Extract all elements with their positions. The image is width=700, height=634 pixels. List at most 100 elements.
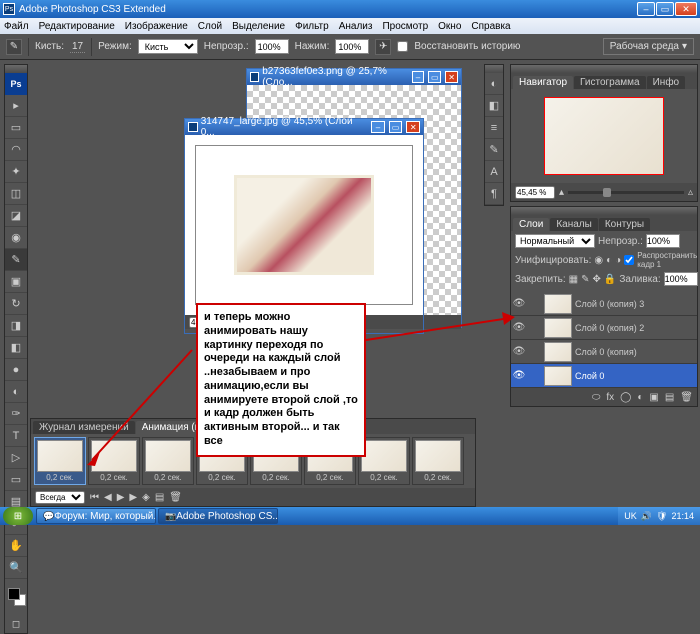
tray-icon[interactable]: 🛡 (656, 511, 667, 522)
taskbar-item-active[interactable]: 📷 Adobe Photoshop CS... (158, 508, 278, 524)
lock-pos-icon[interactable]: ✥ (593, 274, 601, 285)
stamp-tool[interactable]: ▣ (5, 271, 27, 293)
menu-filter[interactable]: Фильтр (295, 21, 329, 32)
propagate-checkbox[interactable] (624, 255, 634, 265)
tray-lang[interactable]: UK (624, 511, 637, 521)
maximize-button[interactable]: ▭ (656, 2, 674, 16)
taskbar-item[interactable]: 💬 Форум: Мир, который... (36, 508, 156, 524)
nav-zoom-input[interactable] (515, 186, 555, 199)
layer-row[interactable]: 👁Слой 0 (копия) 2 (511, 316, 697, 340)
tab-histogram[interactable]: Гистограмма (574, 76, 646, 89)
panel-icon-1[interactable]: ◐ (485, 73, 503, 95)
delete-frame-button[interactable]: 🗑 (169, 492, 182, 503)
layer-row-selected[interactable]: 👁Слой 0 (511, 364, 697, 388)
layer-row[interactable]: 👁Слой 0 (копия) (511, 340, 697, 364)
fx-icon[interactable]: fx (606, 392, 614, 403)
doc-window-front[interactable]: 314747_large.jpg @ 45,5% (Слой 0...–▭✕ ⊳ (184, 118, 424, 334)
zoom-in-icon[interactable]: ▵ (688, 187, 693, 198)
doc-min-button[interactable]: – (371, 121, 385, 133)
menu-edit[interactable]: Редактирование (39, 21, 115, 32)
dodge-tool[interactable]: ◐ (5, 381, 27, 403)
frame-1[interactable]: 0,2 сек. (34, 437, 86, 485)
play-button[interactable]: ▶ (117, 492, 125, 503)
frame-8[interactable]: 0,2 сек. (412, 437, 464, 485)
group-icon[interactable]: ▣ (649, 392, 658, 403)
zoom-slider[interactable] (568, 191, 684, 194)
tab-layers[interactable]: Слои (513, 218, 549, 231)
blend-mode-select[interactable]: Нормальный (515, 234, 595, 248)
menu-window[interactable]: Окно (438, 21, 461, 32)
frame-3[interactable]: 0,2 сек. (142, 437, 194, 485)
new-frame-button[interactable]: ▤ (155, 492, 164, 503)
panel-icon-4[interactable]: ✎ (485, 139, 503, 161)
tab-measurements[interactable]: Журнал измерений (33, 421, 135, 434)
tab-paths[interactable]: Контуры (599, 218, 650, 231)
prev-frame-button[interactable]: ◀ (104, 492, 112, 503)
visibility-icon[interactable]: 👁 (511, 322, 527, 333)
lock-trans-icon[interactable]: ▦ (569, 274, 578, 285)
slice-tool[interactable]: ◪ (5, 205, 27, 227)
type-tool[interactable]: T (5, 425, 27, 447)
panel-icon-6[interactable]: ¶ (485, 183, 503, 205)
visibility-icon[interactable]: 👁 (511, 346, 527, 357)
adjust-icon[interactable]: ◐ (637, 392, 643, 403)
color-swatches[interactable] (5, 585, 27, 615)
doc-close-button[interactable]: ✕ (406, 121, 420, 133)
lasso-tool[interactable]: ◠ (5, 139, 27, 161)
menu-layer[interactable]: Слой (198, 21, 222, 32)
layer-row[interactable]: 👁Слой 0 (копия) 3 (511, 292, 697, 316)
wand-tool[interactable]: ✦ (5, 161, 27, 183)
close-button[interactable]: ✕ (675, 2, 697, 16)
workspace-button[interactable]: Рабочая среда▾ (603, 38, 694, 55)
tray-clock[interactable]: 21:14 (671, 511, 694, 521)
visibility-icon[interactable]: 👁 (511, 298, 527, 309)
menu-image[interactable]: Изображение (125, 21, 188, 32)
unify-icon-2[interactable]: ◐ (606, 255, 612, 266)
zoom-tool[interactable]: 🔍 (5, 557, 27, 579)
start-button[interactable]: ⊞ (3, 507, 33, 525)
hand-tool[interactable]: ✋ (5, 535, 27, 557)
history-brush-tool[interactable]: ↻ (5, 293, 27, 315)
unify-icon-3[interactable]: ◑ (615, 255, 621, 266)
path-tool[interactable]: ▷ (5, 447, 27, 469)
layer-opacity-input[interactable] (646, 234, 680, 248)
trash-icon[interactable]: 🗑 (680, 392, 693, 403)
tool-preset-icon[interactable]: ✎ (6, 39, 22, 55)
zoom-out-icon[interactable]: ▴ (559, 187, 564, 198)
lock-all-icon[interactable]: 🔒 (604, 274, 616, 285)
frame-2[interactable]: 0,2 сек. (88, 437, 140, 485)
first-frame-button[interactable]: ⏮ (90, 492, 99, 503)
tab-navigator[interactable]: Навигатор (513, 76, 573, 89)
tray-icon[interactable]: 🔊 (641, 511, 652, 522)
tab-info[interactable]: Инфо (647, 76, 686, 89)
opacity-input[interactable] (255, 39, 289, 54)
menu-analysis[interactable]: Анализ (339, 21, 373, 32)
system-tray[interactable]: UK 🔊 🛡 21:14 (618, 507, 700, 525)
loop-select[interactable]: Всегда (35, 491, 85, 504)
pen-tool[interactable]: ✑ (5, 403, 27, 425)
airbrush-icon[interactable]: ✈ (375, 39, 391, 55)
marquee-tool[interactable]: ▭ (5, 117, 27, 139)
menu-help[interactable]: Справка (471, 21, 510, 32)
next-frame-button[interactable]: ▶ (129, 492, 137, 503)
blur-tool[interactable]: ● (5, 359, 27, 381)
shape-tool[interactable]: ▭ (5, 469, 27, 491)
heal-tool[interactable]: ◉ (5, 227, 27, 249)
eraser-tool[interactable]: ◨ (5, 315, 27, 337)
menu-file[interactable]: Файл (4, 21, 29, 32)
menu-view[interactable]: Просмотр (382, 21, 428, 32)
panel-icon-2[interactable]: ◧ (485, 95, 503, 117)
restore-checkbox[interactable] (397, 41, 408, 52)
mode-select[interactable]: Кисть (138, 39, 198, 54)
mask-icon[interactable]: ◯ (620, 392, 631, 403)
crop-tool[interactable]: ◫ (5, 183, 27, 205)
tween-button[interactable]: ◈ (142, 492, 150, 503)
doc-max-button[interactable]: ▭ (389, 121, 403, 133)
unify-icon-1[interactable]: ◉ (594, 255, 603, 266)
navigator-thumb[interactable] (544, 97, 664, 175)
gradient-tool[interactable]: ◧ (5, 337, 27, 359)
panel-icon-5[interactable]: A (485, 161, 503, 183)
brush-size[interactable]: 17 (70, 41, 85, 53)
link-icon[interactable]: ⬭ (592, 392, 601, 403)
lock-pixel-icon[interactable]: ✎ (581, 274, 589, 285)
